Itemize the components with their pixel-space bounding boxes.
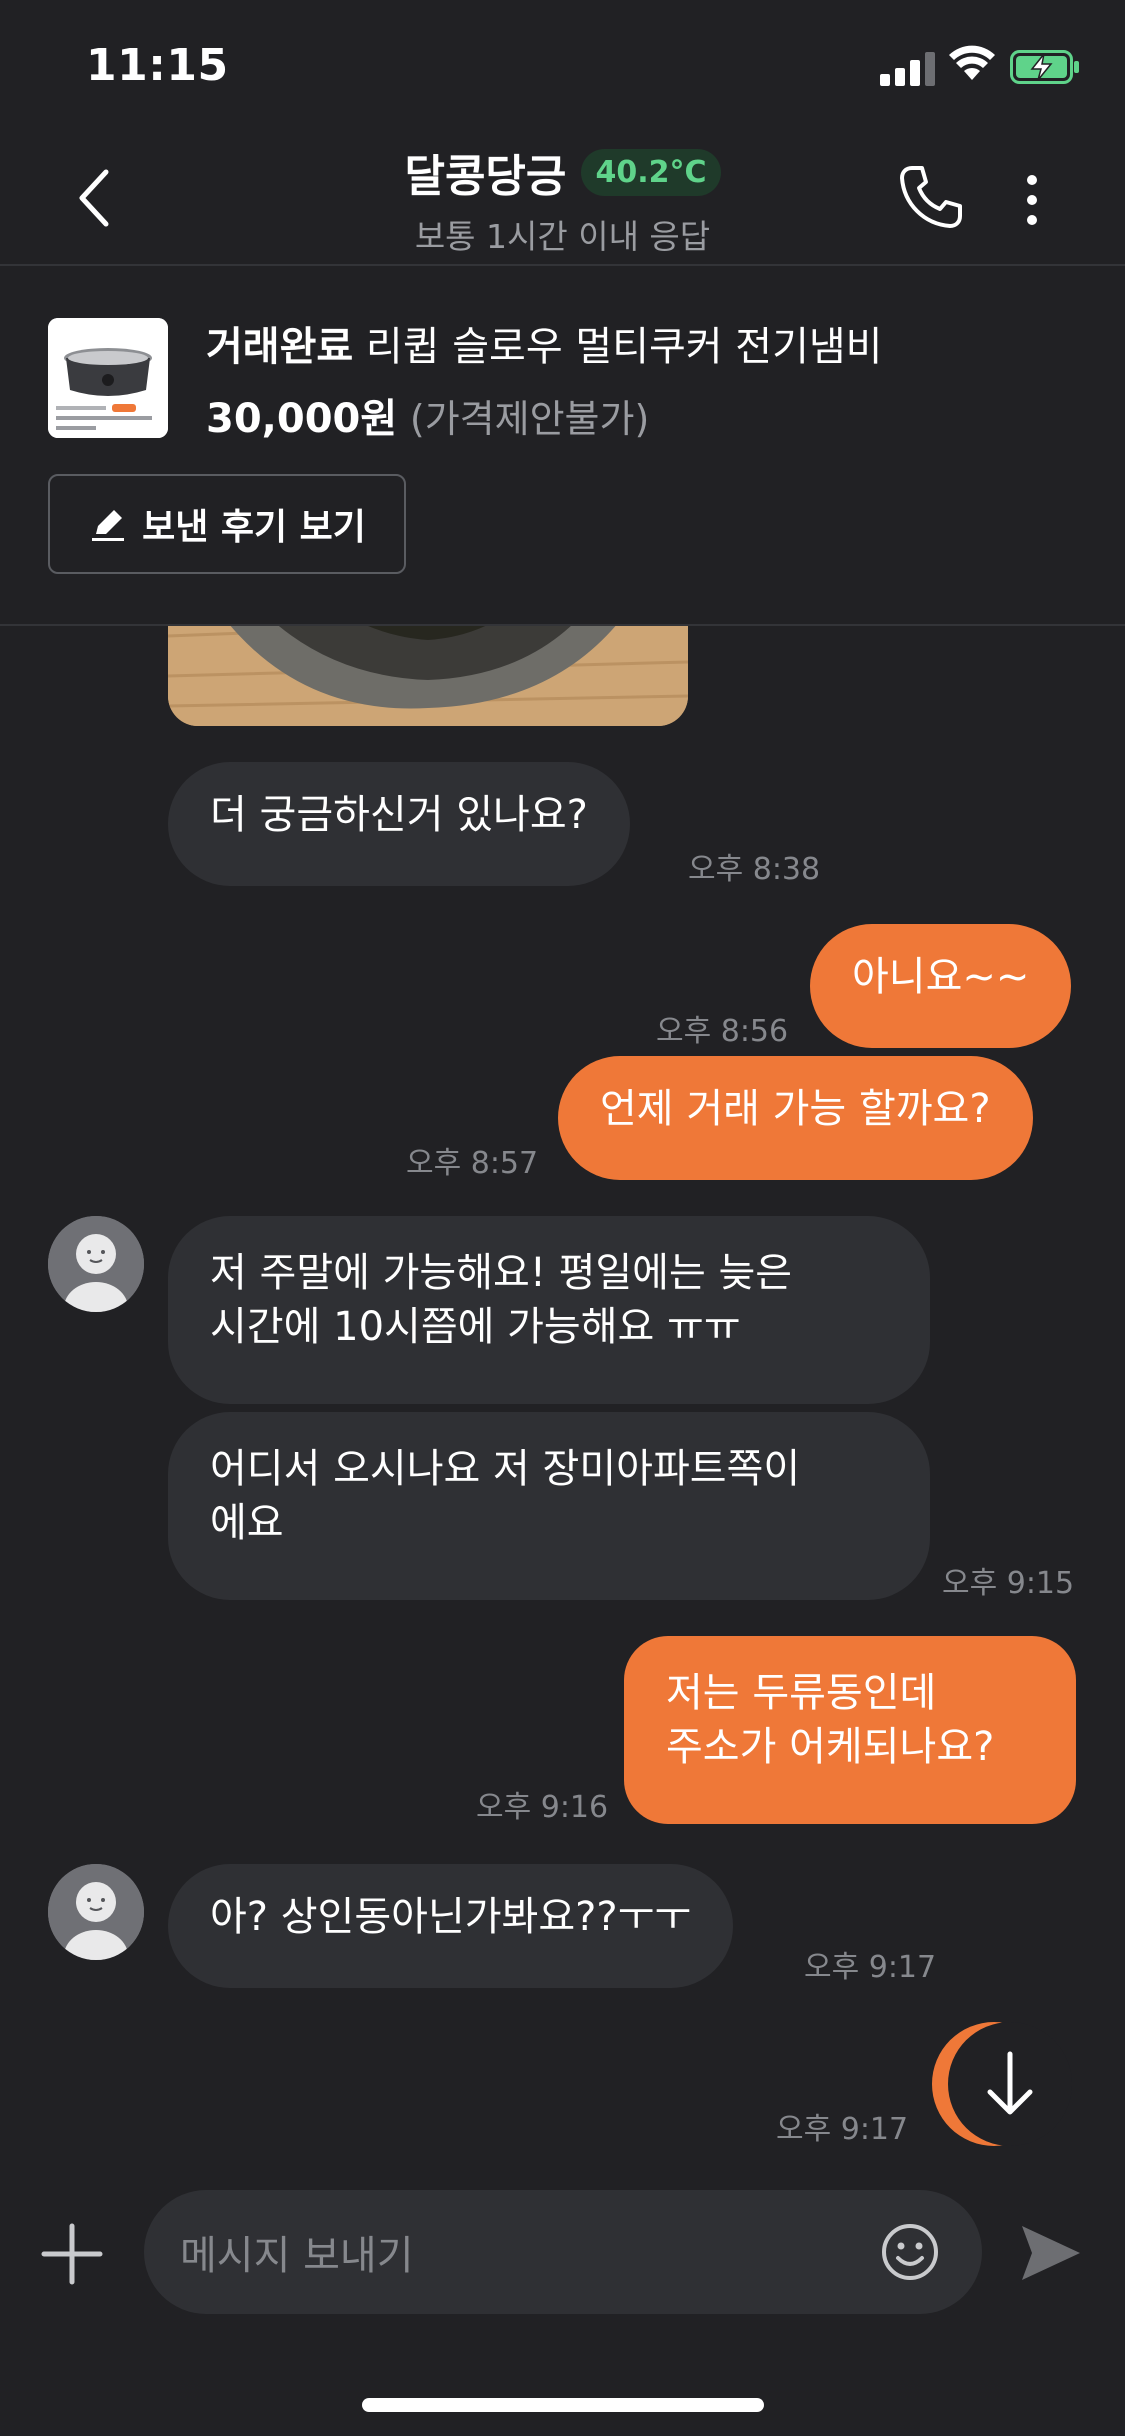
avatar[interactable] [48,1864,144,1960]
phone-icon[interactable] [898,164,964,230]
wifi-icon [949,45,995,80]
manner-temperature-badge: 40.2°C [581,148,721,196]
review-button-label: 보낸 후기 보기 [142,507,366,548]
message-input[interactable]: 메시지 보내기 [144,2190,982,2314]
scroll-down-icon[interactable] [924,2020,1076,2150]
status-time: 11:15 [86,40,229,91]
message-bubble-incoming: 저 주말에 가능해요! 평일에는 늦은 시간에 10시쯤에 가능해요 ㅠㅠ [168,1216,930,1404]
message-image[interactable] [168,626,688,726]
message-time: 오후 9:15 [942,1566,1075,1601]
message-bubble-incoming: 아? 상인동아닌가봐요??ㅜㅜ [168,1864,734,1988]
header-divider [0,264,1125,266]
trade-status: 거래완료 [206,324,354,370]
product-price: 30,000원 [206,396,398,442]
view-sent-review-button[interactable]: 보낸 후기 보기 [48,474,406,574]
product-title-line[interactable]: 거래완료 리큅 슬로우 멀티쿠커 전기냄비 [206,314,882,372]
message-time: 오후 8:38 [688,852,821,887]
message-bubble-outgoing: 언제 거래 가능 할까요? [558,1056,1033,1180]
battery-icon [1010,50,1079,84]
pencil-icon [92,510,125,541]
message-bubble-outgoing: 저는 두류동인데 주소가 어케되나요? [624,1636,1076,1824]
message-time: 오후 9:17 [776,2112,909,2147]
product-thumbnail[interactable] [48,318,168,438]
message-time: 오후 8:57 [406,1146,539,1181]
message-time: 오후 9:16 [476,1790,609,1825]
cellular-signal-icon [880,50,936,86]
product-price-line: 30,000원 (가격제안불가) [206,386,649,444]
message-bubble-incoming: 더 궁금하신거 있나요? [168,762,630,886]
price-negotiation-note: (가격제안불가) [409,397,650,441]
message-bubble-incoming: 어디서 오시나요 저 장미아파트쪽이 에요 [168,1412,930,1600]
emoji-icon[interactable] [880,2222,940,2282]
message-time: 오후 8:56 [656,1014,789,1049]
avatar[interactable] [48,1216,144,1312]
home-indicator [362,2398,764,2412]
chat-messages[interactable]: 더 궁금하신거 있나요? 오후 8:38 아니요~~ 오후 8:56 언제 거래… [0,626,1125,2186]
more-icon[interactable] [1020,172,1044,228]
message-bubble-outgoing: 아니요~~ [810,924,1072,1048]
product-name: 리큅 슬로우 멀티쿠커 전기냄비 [365,324,883,370]
send-icon[interactable] [1018,2222,1084,2284]
plus-icon[interactable] [40,2222,104,2286]
message-time: 오후 9:17 [804,1950,937,1985]
chat-partner-name: 달콩당긍 [404,151,567,202]
